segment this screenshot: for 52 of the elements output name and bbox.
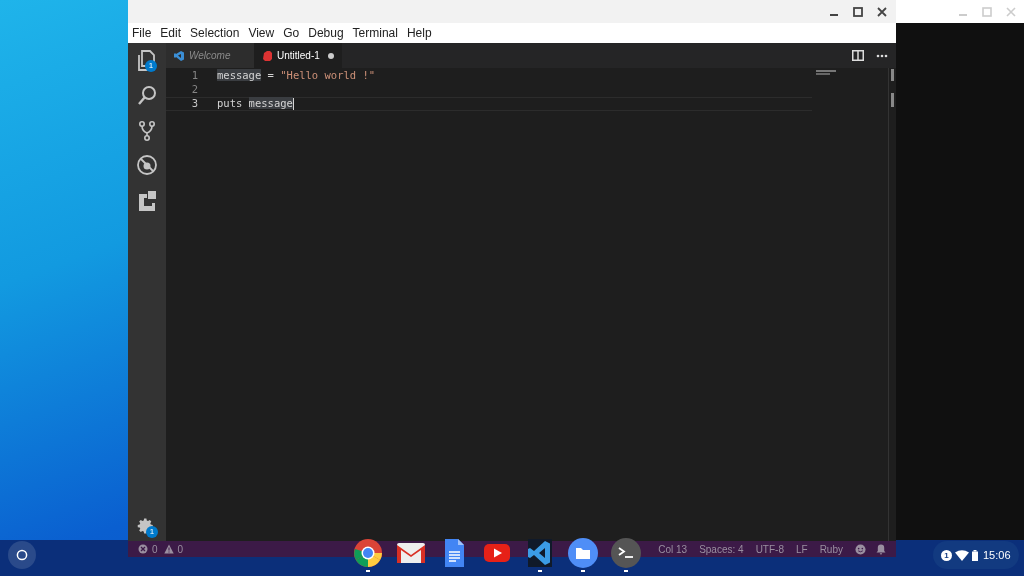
system-tray[interactable]: 1 15:06 <box>933 541 1019 569</box>
code-editor-icon[interactable] <box>525 538 555 568</box>
line-number: 1 <box>190 68 198 84</box>
extensions-icon[interactable] <box>136 189 158 211</box>
more-icon[interactable] <box>876 53 888 58</box>
no-bug-icon[interactable] <box>136 154 158 176</box>
wifi-icon <box>955 549 969 561</box>
problem-count[interactable]: 0 <box>152 541 158 557</box>
warning-icon[interactable] <box>163 544 174 554</box>
problem-count[interactable]: 0 <box>177 541 184 557</box>
bell-icon[interactable] <box>876 543 886 555</box>
maximize-icon[interactable] <box>853 6 863 17</box>
browser-icon[interactable] <box>353 538 383 568</box>
close-icon[interactable] <box>877 6 887 17</box>
tab-label: Untitled-1 <box>277 49 320 63</box>
error-icon[interactable] <box>138 544 148 554</box>
status-item[interactable]: Col 13 <box>658 541 688 557</box>
menu-item[interactable]: Edit <box>160 24 182 42</box>
ruby-icon <box>262 49 272 62</box>
line-number: 3 <box>190 96 198 112</box>
code-line: message = "Hello world !" <box>217 68 376 84</box>
editor-tab[interactable]: Untitled-1 <box>254 43 342 68</box>
notification-badge: 1 <box>145 60 157 72</box>
split-editor-icon[interactable] <box>852 50 864 61</box>
menu-item[interactable]: View <box>248 24 275 42</box>
clock-time: 15:06 <box>983 547 1011 563</box>
tab-label: Welcome <box>189 49 231 63</box>
menu-item[interactable]: Selection <box>190 24 240 42</box>
minimap-drawing <box>816 70 836 75</box>
editor-tab[interactable]: Welcome <box>166 43 254 68</box>
status-item[interactable]: Ruby <box>819 541 843 557</box>
status-item[interactable]: Spaces: 4 <box>699 541 744 557</box>
menu-item[interactable]: Terminal <box>352 24 398 42</box>
folder-icon[interactable] <box>568 538 598 568</box>
notification-count: 1 <box>941 549 952 561</box>
vscode-icon <box>174 49 184 62</box>
status-item[interactable]: UTF-8 <box>755 541 784 557</box>
menu-item[interactable]: Go <box>283 24 300 42</box>
terminal-icon[interactable] <box>611 538 641 568</box>
line-number: 2 <box>190 82 198 98</box>
launcher-icon <box>16 549 28 561</box>
smiley-icon[interactable] <box>855 543 866 555</box>
menu-item[interactable]: Help <box>406 24 432 42</box>
code-line: puts message <box>217 96 294 112</box>
search-icon[interactable] <box>136 84 158 106</box>
status-item[interactable]: LF <box>795 541 808 557</box>
menu-item[interactable]: Debug <box>308 24 344 42</box>
menu-item[interactable]: File <box>132 24 152 42</box>
source-control-icon[interactable] <box>136 119 158 141</box>
battery-icon <box>972 549 978 561</box>
files-icon[interactable] <box>136 49 158 71</box>
settings-badge: 1 <box>146 526 158 538</box>
